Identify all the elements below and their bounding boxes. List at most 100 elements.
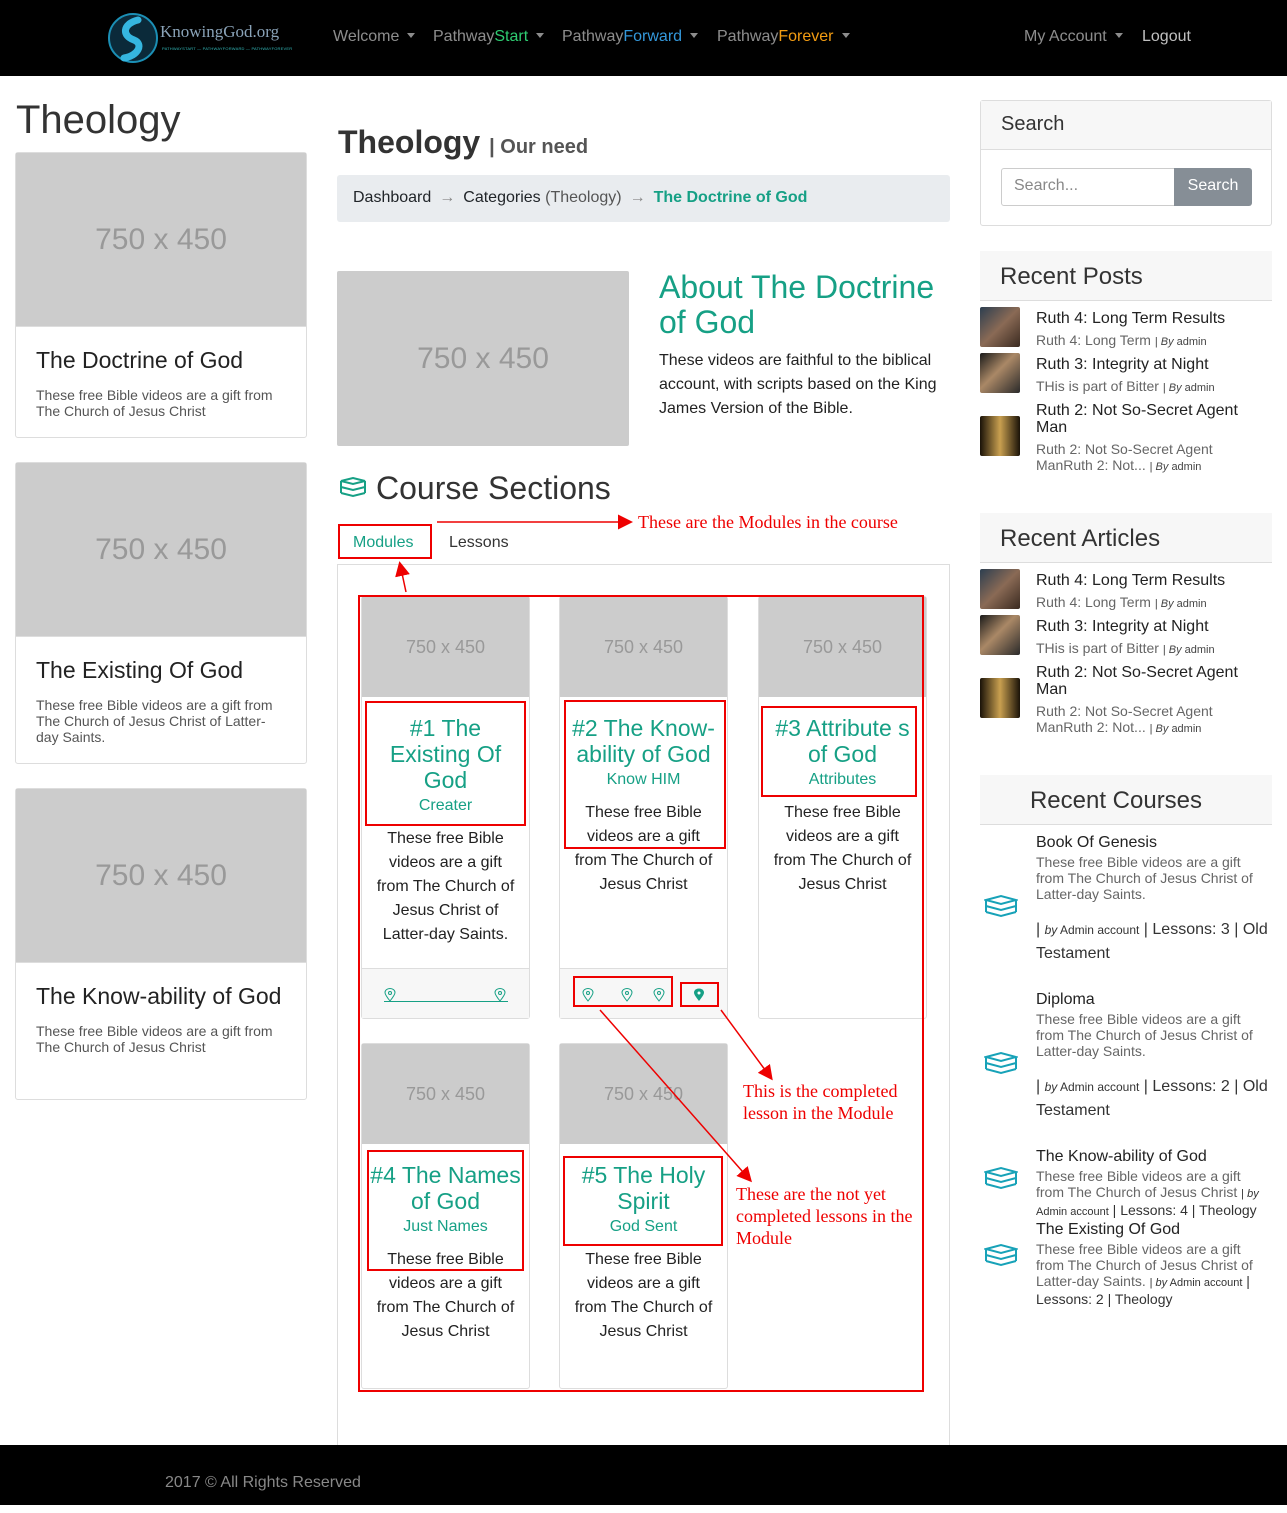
left-card-title[interactable]: The Existing Of God (36, 657, 286, 683)
recent-course-item[interactable]: Diploma These free Bible videos are a gi… (980, 991, 1272, 1131)
lesson-pin-icon[interactable] (384, 988, 396, 1002)
placeholder-image: 750 x 450 (16, 463, 306, 637)
module-subtitle: Creater (418, 797, 473, 814)
article-title[interactable]: Ruth 2: Not So-Secret Agent Man (1036, 664, 1266, 698)
tab-lessons[interactable]: Lessons (433, 522, 525, 565)
course-lessons: Lessons: 3 (1152, 921, 1230, 938)
lesson-progress (362, 968, 529, 1018)
post-author: admin (1171, 461, 1202, 473)
module-title[interactable]: #4 The Names of God (362, 1162, 529, 1214)
nav-pathway-start-suffix: Start (494, 28, 529, 45)
left-card-title[interactable]: The Know-ability of God (36, 983, 286, 1009)
article-thumbnail (980, 678, 1020, 718)
post-by-label: By (1160, 336, 1174, 348)
module-card[interactable]: 750 x 450 #3 Attribute s of God Attribut… (758, 596, 927, 1019)
recent-article-item[interactable]: Ruth 3: Integrity at Night THis is part … (980, 615, 1272, 660)
about-image: 750 x 450 (337, 271, 629, 446)
article-byline: | By admin (1162, 644, 1215, 656)
course-byline: by Admin account (1045, 1080, 1140, 1094)
nav-logout[interactable]: Logout (1142, 28, 1191, 46)
course-category[interactable]: Theology (1115, 1291, 1173, 1307)
recent-article-item[interactable]: Ruth 4: Long Term Results Ruth 4: Long T… (980, 569, 1272, 614)
course-desc: These free Bible videos are a gift from … (1036, 1168, 1241, 1200)
nav-pathway-forward[interactable]: PathwayForward (562, 28, 699, 46)
module-title[interactable]: #3 Attribute s of God (759, 715, 926, 767)
article-meta: THis is part of Bitter | By admin (1036, 640, 1272, 658)
placeholder-image: 750 x 450 (759, 597, 926, 697)
nav-welcome[interactable]: Welcome (333, 28, 416, 46)
left-card-title[interactable]: The Doctrine of God (36, 347, 286, 373)
footer-copyright: 2017 © All Rights Reserved (165, 1474, 361, 1491)
recent-post-item[interactable]: Ruth 4: Long Term Results Ruth 4: Long T… (980, 307, 1272, 352)
recent-course-item[interactable]: Book Of Genesis These free Bible videos … (980, 834, 1272, 974)
course-title[interactable]: Diploma (1036, 991, 1266, 1009)
page-footer: 2017 © All Rights Reserved (0, 1445, 1287, 1505)
recent-article-item[interactable]: Ruth 2: Not So-Secret Agent Man Ruth 2: … (980, 664, 1272, 735)
tab-modules[interactable]: Modules (337, 522, 429, 565)
lesson-pin-icon[interactable] (621, 988, 633, 1002)
module-card[interactable]: 750 x 450 #1 The Existing Of God Creater… (361, 596, 530, 1019)
breadcrumb-dashboard[interactable]: Dashboard (353, 189, 431, 206)
recent-course-item[interactable]: The Existing Of God These free Bible vid… (980, 1221, 1272, 1307)
course-title[interactable]: The Know-ability of God (1036, 1148, 1266, 1166)
lesson-pin-icon[interactable] (494, 988, 506, 1002)
module-title[interactable]: #1 The Existing Of God (362, 715, 529, 793)
recent-post-item[interactable]: Ruth 3: Integrity at Night THis is part … (980, 353, 1272, 398)
course-title[interactable]: Book Of Genesis (1036, 834, 1266, 852)
site-logo[interactable]: KnowingGod.org PATHWAYSTART — PATHWAYFOR… (108, 12, 292, 64)
breadcrumb-categories[interactable]: Categories (463, 189, 540, 206)
post-by-label: By (1168, 382, 1182, 394)
recent-post-item[interactable]: Ruth 2: Not So-Secret Agent Man Ruth 2: … (980, 402, 1272, 473)
module-card[interactable]: 750 x 450 #5 The Holy Spirit God Sent Th… (559, 1043, 728, 1389)
post-excerpt: THis is part of Bitter (1036, 378, 1159, 394)
book-icon (984, 894, 1018, 918)
article-title[interactable]: Ruth 4: Long Term Results (1036, 572, 1266, 589)
post-title[interactable]: Ruth 3: Integrity at Night (1036, 356, 1266, 373)
nav-pathway-forever[interactable]: PathwayForever (717, 28, 850, 46)
about-title: About The Doctrine of God (659, 269, 935, 340)
recent-articles-title: Recent Articles (980, 513, 1272, 563)
placeholder-image: 750 x 450 (16, 153, 306, 327)
left-page-title: Theology (16, 98, 181, 142)
post-excerpt: Ruth 4: Long Term (1036, 332, 1151, 348)
search-widget: Search Search... Search (980, 100, 1272, 226)
left-course-card[interactable]: 750 x 450 The Existing Of God These free… (15, 462, 307, 764)
course-title[interactable]: The Existing Of God (1036, 1221, 1266, 1239)
breadcrumb-current: The Doctrine of God (653, 189, 808, 206)
article-title[interactable]: Ruth 3: Integrity at Night (1036, 618, 1266, 635)
post-by-label: By (1155, 461, 1169, 473)
lesson-pin-filled-icon[interactable] (693, 988, 705, 1002)
course-desc-and-meta: These free Bible videos are a gift from … (1036, 1168, 1268, 1220)
course-category[interactable]: Theology (1199, 1202, 1257, 1218)
post-byline: | By admin (1162, 382, 1215, 394)
lesson-pin-icon[interactable] (653, 988, 665, 1002)
article-thumbnail (980, 615, 1020, 655)
module-card[interactable]: 750 x 450 #2 The Know-ability of God Kno… (559, 596, 728, 1019)
left-course-card[interactable]: 750 x 450 The Doctrine of God These free… (15, 152, 307, 438)
course-by-label: by (1044, 923, 1058, 937)
course-lessons: Lessons: 2 (1152, 1078, 1230, 1095)
book-icon (984, 1243, 1018, 1267)
left-card-desc: These free Bible videos are a gift from … (36, 697, 273, 745)
course-author: Admin account (1169, 1277, 1243, 1289)
course-by-label: by (1247, 1188, 1259, 1200)
lesson-pin-icon[interactable] (582, 988, 594, 1002)
annotation-modules-note: These are the Modules in the course (638, 512, 898, 532)
course-author: Admin account (1059, 1080, 1140, 1094)
module-title[interactable]: #5 The Holy Spirit (560, 1162, 727, 1214)
search-input[interactable]: Search... (1001, 168, 1175, 206)
left-course-card[interactable]: 750 x 450 The Know-ability of God These … (15, 788, 307, 1100)
course-meta: | by Admin account | Lessons: 2 | Old Te… (1036, 1078, 1268, 1119)
search-button[interactable]: Search (1174, 168, 1252, 206)
nav-pathway-start[interactable]: PathwayStart (433, 28, 545, 46)
post-title[interactable]: Ruth 2: Not So-Secret Agent Man (1036, 402, 1266, 436)
article-meta: Ruth 4: Long Term | By admin (1036, 594, 1272, 612)
post-title[interactable]: Ruth 4: Long Term Results (1036, 310, 1266, 327)
course-byline: | by Admin account (1149, 1277, 1243, 1289)
recent-course-item[interactable]: The Know-ability of God These free Bible… (980, 1148, 1272, 1218)
nav-my-account[interactable]: My Account (1024, 28, 1123, 46)
module-card[interactable]: 750 x 450 #4 The Names of God Just Names… (361, 1043, 530, 1389)
breadcrumb: Dashboard → Categories (Theology) → The Doct… (337, 175, 950, 222)
article-by-label: By (1155, 723, 1169, 735)
module-title[interactable]: #2 The Know-ability of God (560, 715, 727, 767)
